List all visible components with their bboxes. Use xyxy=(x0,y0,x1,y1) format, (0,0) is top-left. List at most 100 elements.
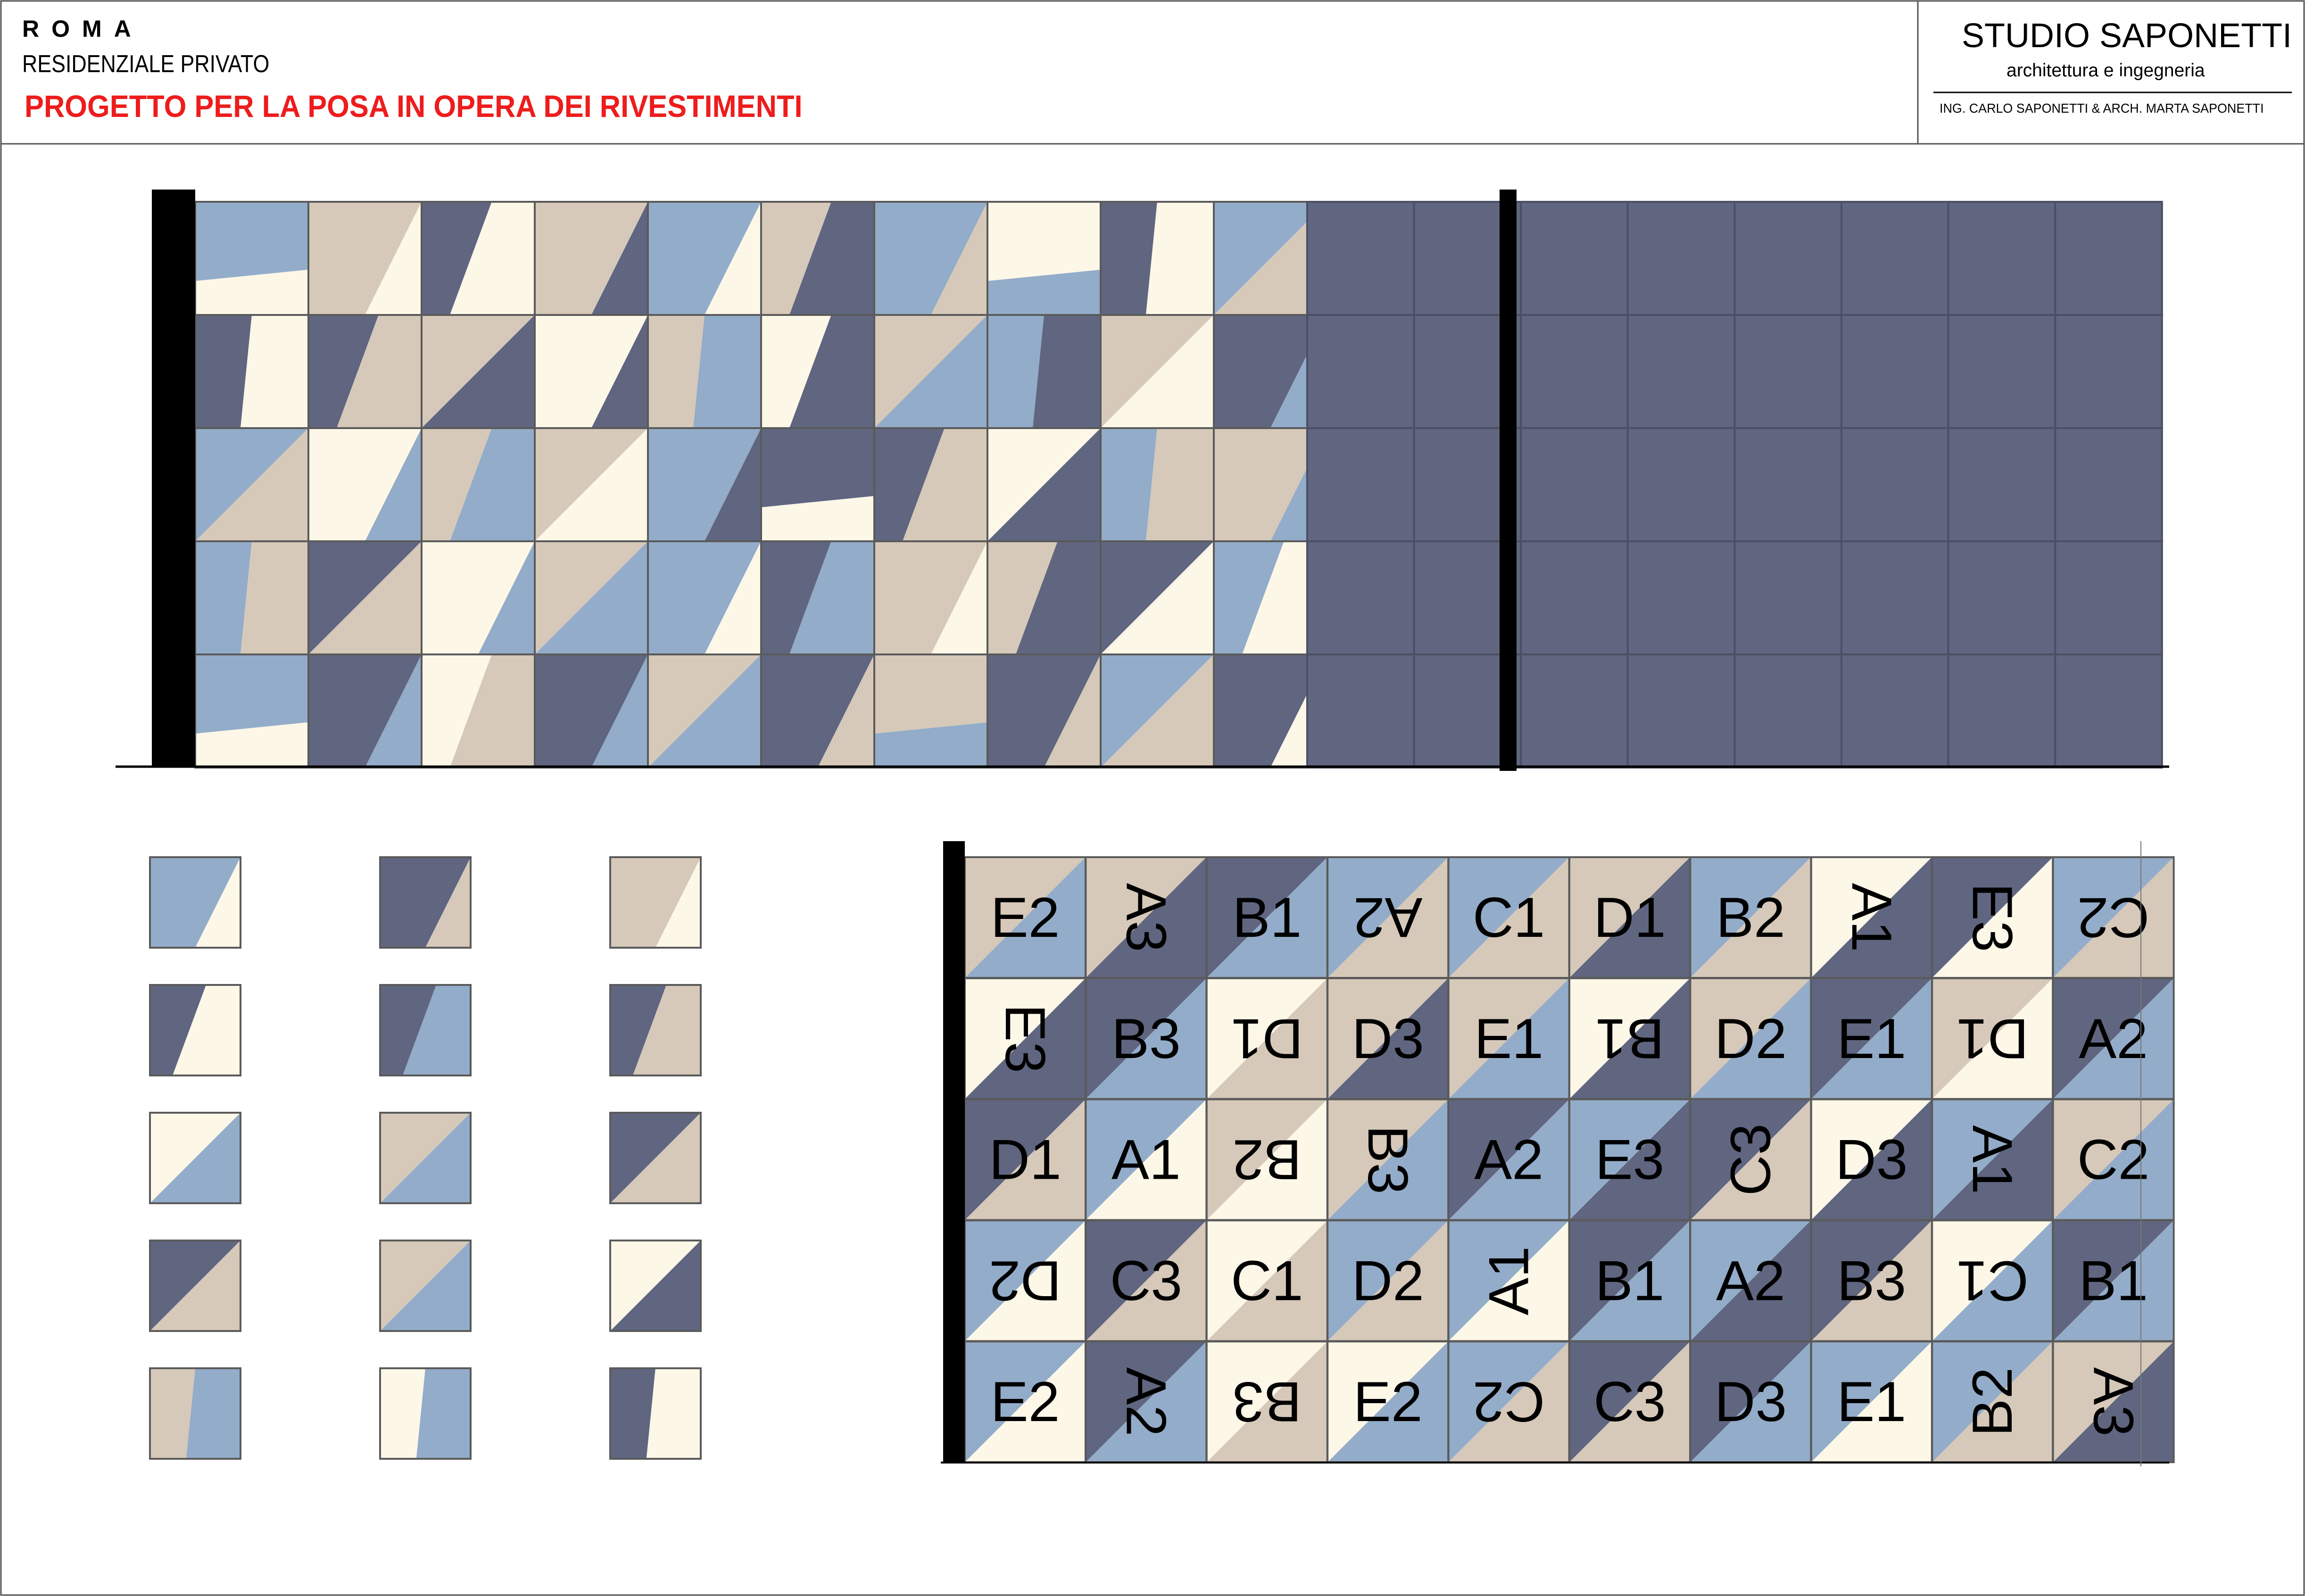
front-wall-tile xyxy=(873,314,988,429)
tile-code-layout: E2 A3 B1 A2 C1 D1 B2 A1 E3 C2 E3 B3 D1 D3 E1 B1 D2 E1 D1 A2… xyxy=(964,856,2175,1464)
side-wall-tile xyxy=(1520,201,1629,316)
code-grid-tile: B3 xyxy=(1205,1340,1328,1464)
code-grid-tile: B2 xyxy=(1205,1098,1328,1221)
tile-code-label: C1 xyxy=(1231,1249,1303,1312)
front-wall-tile xyxy=(647,540,762,655)
tile-code-label: A3 xyxy=(2082,1367,2145,1437)
code-grid-tile: A3 xyxy=(1085,856,1208,979)
front-wall-tile xyxy=(534,540,649,655)
legend-tile xyxy=(379,1367,472,1460)
front-wall-tile xyxy=(873,653,988,769)
legend-tile xyxy=(149,1240,241,1332)
front-wall-tile xyxy=(194,540,309,655)
front-wall-tile xyxy=(760,427,875,542)
code-grid-tile: C1 xyxy=(1447,856,1570,979)
side-wall-tile xyxy=(1306,314,1415,429)
side-wall-pillar xyxy=(1500,190,1517,771)
side-wall-tile xyxy=(1626,314,1736,429)
side-wall-tile xyxy=(1733,653,1842,769)
code-grid-tile: E1 xyxy=(1810,977,1933,1100)
tile-code-label: B1 xyxy=(1595,1249,1665,1312)
legend-tile xyxy=(149,1367,241,1460)
code-grid-tile: E3 xyxy=(1931,856,2054,979)
tile-code-label: B1 xyxy=(1232,886,1302,949)
front-wall-tile xyxy=(421,653,536,769)
legend-tile xyxy=(379,856,472,949)
tile-code-label: B3 xyxy=(1837,1249,1906,1312)
tile-code-label: A1 xyxy=(1961,1125,2024,1194)
tile-code-label: A2 xyxy=(1114,1367,1177,1437)
tile-code-label: D2 xyxy=(1351,1249,1424,1312)
code-grid-tile: B3 xyxy=(1327,1098,1450,1221)
side-wall-tile xyxy=(1520,314,1629,429)
code-grid-tile: B1 xyxy=(1568,977,1691,1100)
code-grid-pillar xyxy=(943,841,965,1463)
code-grid-tile: A1 xyxy=(1931,1098,2054,1221)
front-wall-tile xyxy=(534,201,649,316)
code-grid-tile: C1 xyxy=(1931,1219,2054,1342)
front-wall-tile xyxy=(307,201,423,316)
code-grid-tile: D2 xyxy=(1327,1219,1450,1342)
tile-code-label: D1 xyxy=(1956,1007,2028,1070)
side-wall-tile xyxy=(1841,653,1949,769)
legend-tile xyxy=(609,856,702,949)
header-project-type: RESIDENZIALE PRIVATO xyxy=(22,50,270,78)
side-wall-tile xyxy=(1520,540,1629,655)
front-wall-tile xyxy=(534,314,649,429)
front-wall-pillar xyxy=(152,190,195,768)
code-grid-tile: E2 xyxy=(964,856,1086,979)
side-wall-tile xyxy=(1733,201,1842,316)
front-wall-tile xyxy=(987,427,1102,542)
front-wall-elevation xyxy=(194,201,1328,769)
front-wall-tile xyxy=(647,427,762,542)
studio-engineers: ING. CARLO SAPONETTI & ARCH. MARTA SAPON… xyxy=(1940,101,2264,116)
front-wall-tile xyxy=(760,314,875,429)
tile-code-label: D2 xyxy=(989,1249,1061,1312)
side-wall-tile xyxy=(2054,540,2163,655)
front-wall-tile xyxy=(760,540,875,655)
side-wall-tile xyxy=(1626,427,1736,542)
legend-tile xyxy=(609,1367,702,1460)
code-grid-tile: B1 xyxy=(2052,1219,2175,1342)
legend-tile xyxy=(609,984,702,1076)
code-grid-tile: D3 xyxy=(1810,1098,1933,1221)
side-wall-tile xyxy=(2054,653,2163,769)
code-grid-tile: A3 xyxy=(2052,1340,2175,1464)
code-grid-tile: A2 xyxy=(1327,856,1450,979)
front-wall-tile xyxy=(307,314,423,429)
front-wall-tile xyxy=(647,653,762,769)
code-grid-tile: B1 xyxy=(1205,856,1328,979)
tile-code-label: E2 xyxy=(1353,1370,1423,1433)
code-grid-tile: D1 xyxy=(1931,977,2054,1100)
code-grid-tile: D2 xyxy=(1689,977,1812,1100)
header-project-title: PROGETTO PER LA POSA IN OPERA DEI RIVEST… xyxy=(25,89,803,124)
code-grid-tile: E3 xyxy=(1568,1098,1691,1221)
tile-code-label: C1 xyxy=(1956,1249,2028,1312)
legend-tile xyxy=(149,856,241,949)
front-wall-tile xyxy=(1100,427,1215,542)
legend-tile xyxy=(609,1240,702,1332)
tile-code-label: A1 xyxy=(1840,883,1903,952)
legend-tile xyxy=(149,984,241,1076)
side-wall-tile xyxy=(1841,427,1949,542)
code-grid-tile: D3 xyxy=(1327,977,1450,1100)
front-wall-tile xyxy=(987,540,1102,655)
front-wall-tile xyxy=(1100,201,1215,316)
tile-code-label: E3 xyxy=(994,1004,1057,1073)
code-grid-tile: D1 xyxy=(964,1098,1086,1221)
code-grid-tile: A1 xyxy=(1447,1219,1570,1342)
side-wall-tile xyxy=(1306,540,1415,655)
side-wall-tile xyxy=(1947,540,2056,655)
front-wall-tile xyxy=(421,540,536,655)
tile-code-label: E2 xyxy=(991,1370,1060,1433)
tile-code-label: B2 xyxy=(1961,1367,2024,1437)
tile-code-label: A1 xyxy=(1477,1246,1541,1315)
side-wall-tile xyxy=(1733,314,1842,429)
front-wall-tile xyxy=(534,653,649,769)
tile-type-legend xyxy=(149,856,702,1460)
tile-code-label: E1 xyxy=(1474,1007,1543,1070)
code-grid-tile: A2 xyxy=(1085,1340,1208,1464)
code-grid-tile: B2 xyxy=(1689,856,1812,979)
code-grid-tile: A2 xyxy=(1689,1219,1812,1342)
front-wall-tile xyxy=(534,427,649,542)
